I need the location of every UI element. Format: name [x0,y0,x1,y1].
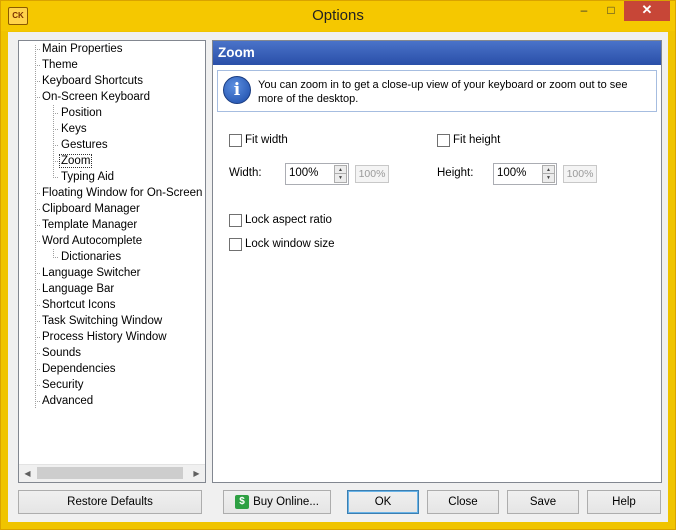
scrollbar-thumb[interactable] [37,467,183,479]
buy-online-button[interactable]: $ Buy Online... [223,490,331,514]
tree-item-keys[interactable]: Keys [61,121,87,137]
tree-item-security[interactable]: Security [42,377,84,393]
tree-item-language-switcher[interactable]: Language Switcher [42,265,140,281]
tree-item-template-manager[interactable]: Template Manager [42,217,137,233]
tree-item-gestures[interactable]: Gestures [61,137,108,153]
tree-item-on-screen-keyboard[interactable]: On-Screen Keyboard [42,89,150,105]
height-label: Height: [437,167,474,179]
tree-item-typing-aid[interactable]: Typing Aid [61,169,114,185]
dialog-client-area: Main Properties Theme Keyboard Shortcuts… [8,32,668,522]
tree-item-label: Sounds [42,347,82,359]
lock-aspect-ratio-label: Lock aspect ratio [245,214,332,226]
zoom-settings-panel: Zoom i You can zoom in to get a close-up… [212,40,662,483]
lock-window-size-checkbox[interactable]: Lock window size [229,237,334,253]
info-text: You can zoom in to get a close-up view o… [258,79,628,105]
tree-item-advanced[interactable]: Advanced [42,393,93,409]
tree-item-label: On-Screen Keyboard [42,91,151,103]
checkbox-box[interactable] [229,133,242,147]
checkbox-box[interactable] [437,133,450,147]
height-readonly-value: 100% [563,165,597,183]
info-icon: i [223,76,251,104]
tree-item-label: Dependencies [42,363,116,375]
tree-item-label: Clipboard Manager [42,203,140,215]
ok-button[interactable]: OK [347,490,419,514]
tree-item-label: Word Autocomplete [42,235,143,247]
tree-item-process-history-window[interactable]: Process History Window [42,329,167,345]
options-window: CK Options – □ ✕ Main Properties Theme K… [0,0,676,530]
maximize-button[interactable]: □ [598,1,624,21]
width-spinner[interactable]: 100% ▲ ▼ [285,163,349,185]
tree-item-task-switching-window[interactable]: Task Switching Window [42,313,162,329]
tree-item-shortcut-icons[interactable]: Shortcut Icons [42,297,116,313]
tree-item-label: Template Manager [42,219,138,231]
scroll-left-arrow-icon[interactable]: ◀ [19,465,36,482]
width-readonly-value: 100% [355,165,389,183]
lock-aspect-ratio-checkbox[interactable]: Lock aspect ratio [229,213,332,229]
tree-item-theme[interactable]: Theme [42,57,78,73]
panel-header: Zoom [213,41,661,65]
spin-down-icon[interactable]: ▼ [334,173,347,183]
fit-width-label: Fit width [245,134,288,146]
tree-horizontal-scrollbar[interactable]: ◀ ▶ [19,464,205,482]
tree-item-label: Keyboard Shortcuts [42,75,144,87]
tree-item-floating-window[interactable]: Floating Window for On-Screen Ke [42,185,206,201]
close-window-button[interactable]: ✕ [624,1,670,21]
tree-item-label: Security [42,379,84,391]
save-button[interactable]: Save [507,490,579,514]
tree-item-label: Language Switcher [42,267,141,279]
tree-item-zoom[interactable]: Zoom [59,153,93,169]
checkbox-box[interactable] [229,213,242,227]
tree-item-label: Gestures [61,139,108,151]
checkbox-box[interactable] [229,237,242,251]
tree-item-label: Process History Window [42,331,167,343]
dollar-icon: $ [235,494,250,509]
info-box: i You can zoom in to get a close-up view… [217,70,657,112]
panel-title: Zoom [218,45,255,60]
tree-item-keyboard-shortcuts[interactable]: Keyboard Shortcuts [42,73,143,89]
tree-item-label: Floating Window for On-Screen Ke [42,187,206,199]
close-button[interactable]: Close [427,490,499,514]
tree-item-label: Position [61,107,102,119]
minimize-button[interactable]: – [571,1,597,21]
fit-height-checkbox[interactable]: Fit height [437,133,500,149]
restore-defaults-button[interactable]: Restore Defaults [18,490,202,514]
spin-down-icon[interactable]: ▼ [542,173,555,183]
tree-item-sounds[interactable]: Sounds [42,345,81,361]
tree-item-label: Theme [42,59,78,71]
title-bar: CK Options – □ ✕ [1,1,675,31]
tree-item-label: Zoom [59,154,93,168]
width-label: Width: [229,167,262,179]
fit-height-label: Fit height [453,134,501,146]
scroll-right-arrow-icon[interactable]: ▶ [188,465,205,482]
tree-item-label: Main Properties [42,43,123,55]
buy-online-label: Buy Online... [253,496,319,508]
tree-item-label: Typing Aid [61,171,115,183]
height-value[interactable]: 100% [497,167,526,179]
tree-item-dictionaries[interactable]: Dictionaries [61,249,121,265]
tree-item-label: Task Switching Window [42,315,163,327]
tree-item-label: Advanced [42,395,94,407]
help-button[interactable]: Help [587,490,661,514]
tree-item-word-autocomplete[interactable]: Word Autocomplete [42,233,142,249]
tree-item-label: Dictionaries [61,251,122,263]
tree-item-label: Shortcut Icons [42,299,116,311]
tree-item-position[interactable]: Position [61,105,102,121]
tree-item-main-properties[interactable]: Main Properties [42,41,123,57]
width-value[interactable]: 100% [289,167,318,179]
tree-item-dependencies[interactable]: Dependencies [42,361,116,377]
lock-window-size-label: Lock window size [245,238,335,250]
tree-item-label: Keys [61,123,87,135]
tree-item-language-bar[interactable]: Language Bar [42,281,114,297]
options-tree[interactable]: Main Properties Theme Keyboard Shortcuts… [18,40,206,483]
tree-item-label: Language Bar [42,283,115,295]
fit-width-checkbox[interactable]: Fit width [229,133,288,149]
tree-item-clipboard-manager[interactable]: Clipboard Manager [42,201,140,217]
height-spinner[interactable]: 100% ▲ ▼ [493,163,557,185]
